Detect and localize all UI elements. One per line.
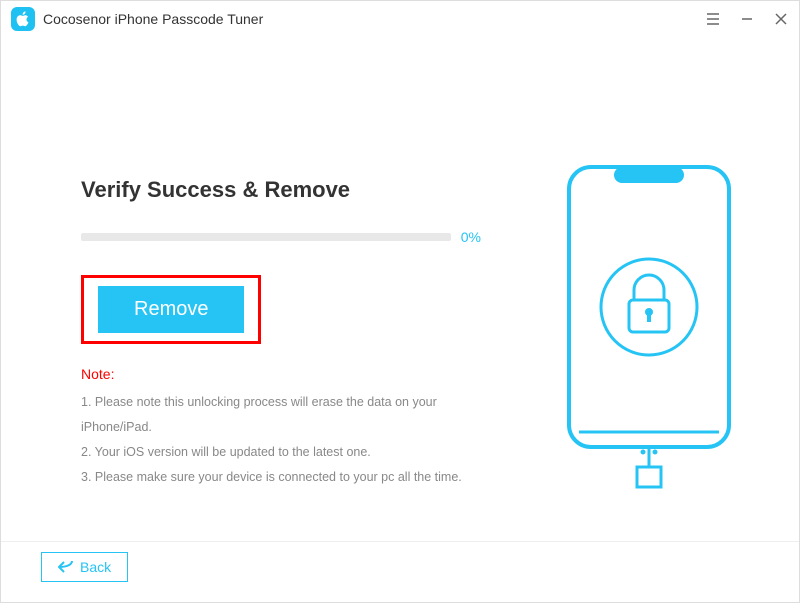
menu-icon[interactable] xyxy=(705,11,721,27)
app-title: Cocosenor iPhone Passcode Tuner xyxy=(43,11,263,27)
remove-button-highlight: Remove xyxy=(81,275,261,344)
note-item: 1. Please note this unlocking process wi… xyxy=(81,390,481,440)
progress-row: 0% xyxy=(81,229,481,245)
window-controls xyxy=(705,11,789,27)
phone-lock-icon xyxy=(559,162,739,492)
back-arrow-icon xyxy=(58,560,74,574)
content-left: Verify Success & Remove 0% Remove Note: … xyxy=(81,177,481,490)
phone-illustration xyxy=(559,162,739,497)
back-button[interactable]: Back xyxy=(41,552,128,582)
titlebar: Cocosenor iPhone Passcode Tuner xyxy=(1,1,799,37)
progress-bar xyxy=(81,233,451,241)
remove-button[interactable]: Remove xyxy=(98,286,244,333)
note-item: 3. Please make sure your device is conne… xyxy=(81,465,481,490)
back-label: Back xyxy=(80,559,111,575)
page-heading: Verify Success & Remove xyxy=(81,177,481,203)
footer-divider xyxy=(1,541,799,542)
app-logo-icon xyxy=(11,7,35,31)
close-icon[interactable] xyxy=(773,11,789,27)
apple-icon xyxy=(15,11,31,27)
note-title: Note: xyxy=(81,366,481,382)
note-item: 2. Your iOS version will be updated to t… xyxy=(81,440,481,465)
main-content: Verify Success & Remove 0% Remove Note: … xyxy=(1,37,799,542)
notes-list: 1. Please note this unlocking process wi… xyxy=(81,390,481,490)
progress-percent: 0% xyxy=(461,229,481,245)
minimize-icon[interactable] xyxy=(739,11,755,27)
